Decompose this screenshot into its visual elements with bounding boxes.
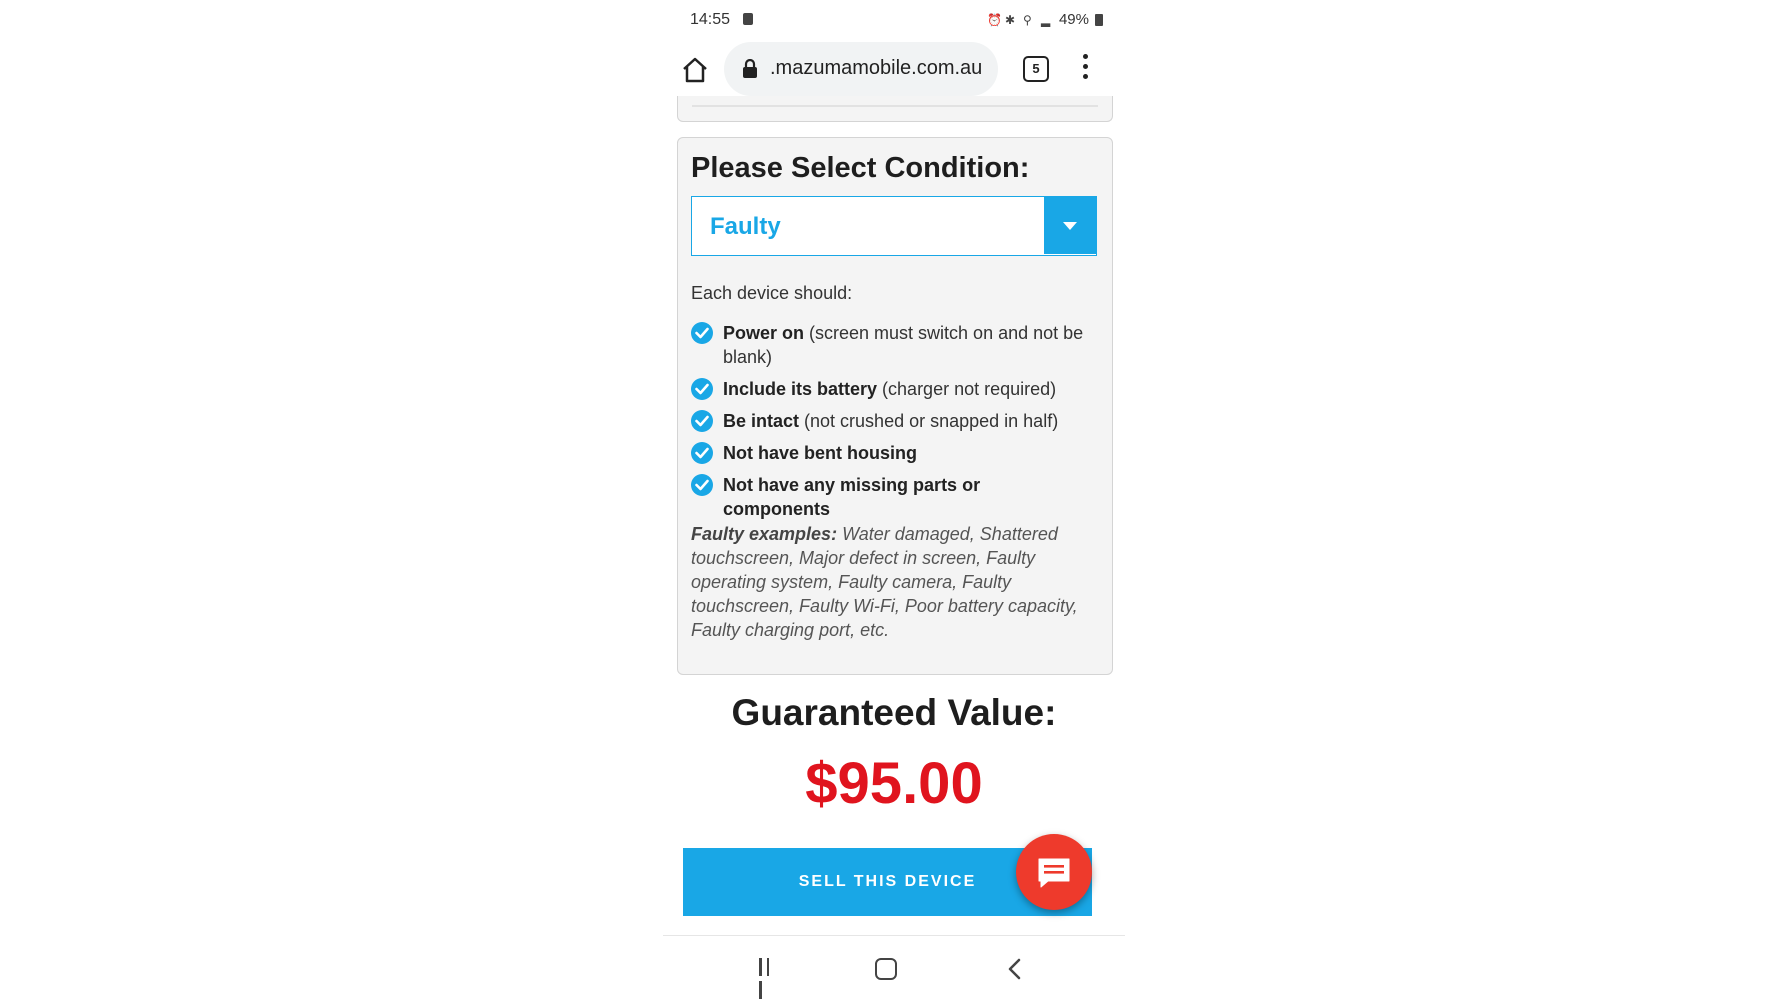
android-nav-bar	[663, 935, 1125, 1000]
status-bar: 14:55 ⏰ ✱ ⚲ ▂ 49%	[663, 0, 1125, 40]
requirements-intro: Each device should:	[691, 283, 853, 303]
sd-card-icon	[743, 13, 753, 25]
address-bar[interactable]: .mazumamobile.com.au	[724, 42, 998, 96]
back-icon[interactable]	[1007, 958, 1021, 985]
lock-icon[interactable]	[742, 58, 758, 79]
home-nav-icon[interactable]	[875, 958, 897, 980]
battery-percent: 49%	[1058, 11, 1089, 28]
chat-button[interactable]	[1016, 834, 1092, 910]
signal-icon: ▂	[1040, 12, 1051, 27]
requirement-text: (not crushed or snapped in half)	[799, 411, 1059, 431]
condition-selected-value: Faulty	[710, 213, 781, 240]
location-icon: ⚲	[1022, 12, 1032, 27]
price-value: $95.00	[805, 751, 983, 816]
url-text: .mazumamobile.com.au	[770, 57, 983, 79]
list-item: Be intact (not crushed or snapped in hal…	[691, 409, 1091, 433]
battery-icon	[1095, 13, 1103, 26]
previous-card-edge	[677, 96, 1113, 122]
list-item: Not have any missing parts or components	[691, 473, 1091, 521]
requirement-text: (charger not required)	[877, 379, 1057, 399]
check-circle-icon	[691, 442, 713, 464]
more-vert-icon[interactable]	[1083, 54, 1089, 82]
requirement-bold: Power on	[723, 323, 805, 343]
requirements-list: Power on (screen must switch on and not …	[691, 321, 1091, 529]
check-circle-icon	[691, 322, 713, 344]
requirement-bold: Be intact	[723, 411, 800, 431]
list-item: Not have bent housing	[691, 441, 1091, 465]
check-circle-icon	[691, 410, 713, 432]
browser-toolbar: .mazumamobile.com.au 5	[663, 42, 1125, 98]
guaranteed-value-label: Guaranteed Value:	[731, 692, 1057, 733]
alarm-icon: ⏰	[986, 12, 1002, 27]
condition-select[interactable]: Faulty	[691, 196, 1097, 256]
status-time: 14:55	[690, 11, 731, 28]
examples-label: Faulty examples:	[691, 524, 838, 544]
condition-card: Please Select Condition: Faulty Each dev…	[677, 137, 1113, 675]
status-icons: ⏰ ✱ ⚲ ▂ 49%	[987, 11, 1103, 28]
phone-screen: 14:55 ⏰ ✱ ⚲ ▂ 49% .mazumamobile.com.au 5…	[663, 0, 1125, 1000]
recents-icon[interactable]	[759, 958, 781, 999]
requirement-bold: Include its battery	[723, 379, 878, 399]
dropdown-button[interactable]	[1044, 197, 1096, 254]
tab-switcher-button[interactable]: 5	[1023, 56, 1049, 82]
condition-heading: Please Select Condition:	[691, 152, 1030, 184]
requirement-bold: Not have bent housing	[723, 443, 918, 463]
faulty-examples: Faulty examples: Water damaged, Shattere…	[691, 522, 1095, 642]
list-item: Power on (screen must switch on and not …	[691, 321, 1091, 369]
chat-icon	[1038, 858, 1070, 888]
check-circle-icon	[691, 474, 713, 496]
requirement-bold: Not have any missing parts or components	[723, 475, 981, 519]
list-item: Include its battery (charger not require…	[691, 377, 1091, 401]
bluetooth-icon: ✱	[1004, 12, 1016, 27]
home-icon[interactable]	[680, 55, 710, 85]
caret-down-icon	[1063, 222, 1077, 230]
check-circle-icon	[691, 378, 713, 400]
